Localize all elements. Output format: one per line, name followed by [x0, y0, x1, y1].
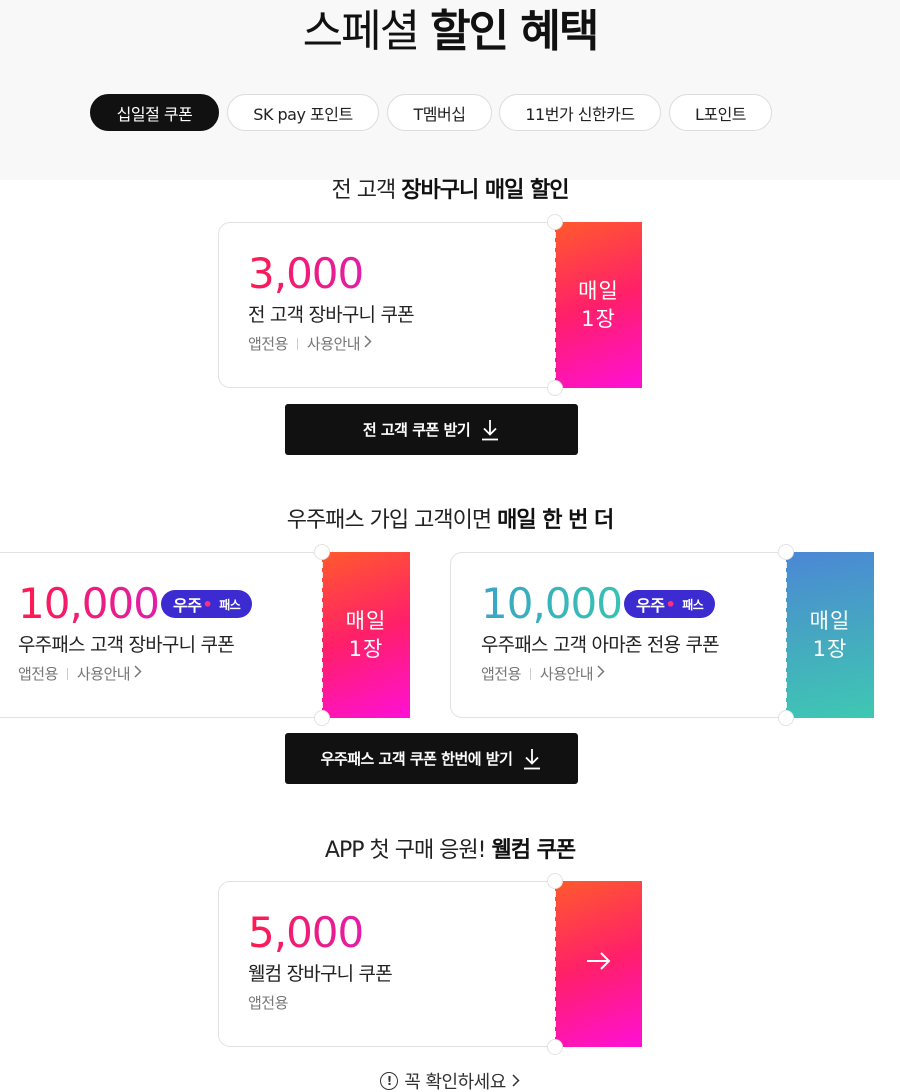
tab-bar: 십일절 쿠폰 SK pay 포인트 T멤버십 11번가 신한카드 L포인트	[0, 94, 900, 132]
arrow-right-icon	[586, 950, 612, 978]
tab-l-point[interactable]: L포인트	[669, 94, 772, 131]
must-check-link[interactable]: ! 꼭 확인하세요	[0, 1068, 900, 1092]
section1-title-bold: 장바구니 매일 할인	[401, 178, 569, 203]
usage-guide-link[interactable]: 사용안내	[540, 663, 594, 685]
info-icon: !	[380, 1072, 399, 1090]
usage-guide-link[interactable]: 사용안내	[307, 333, 361, 355]
ticket-notch	[314, 544, 330, 560]
coupon-uju-cart[interactable]: 매일 1장 10,000 우주 • 패스 우주패스 고객 장바구니 쿠폰 앱전용 사…	[0, 544, 410, 726]
coupon-stub: 매일 1장	[554, 222, 642, 388]
chevron-right-icon	[134, 663, 142, 685]
download-icon	[522, 748, 542, 770]
tab-t-membership[interactable]: T멤버십	[387, 94, 492, 131]
coupon-name: 우주패스 고객 아마존 전용 쿠폰	[481, 634, 720, 656]
section1-title-light: 전 고객	[331, 178, 397, 203]
must-check-label: 꼭 확인하세요	[404, 1072, 506, 1092]
coupon-amount: 10,000	[18, 579, 160, 628]
app-only-label: 앱전용	[18, 665, 58, 683]
coupon-all-customers[interactable]: 매일 1장 3,000 전 고객 장바구니 쿠폰 앱전용 사용안내	[218, 214, 642, 396]
app-only-label: 앱전용	[248, 335, 288, 353]
badge-main-text: 우주	[636, 596, 665, 615]
button-label: 우주패스 고객 쿠폰 한번에 받기	[320, 750, 513, 768]
stub-line1: 매일	[809, 609, 851, 633]
coupon-meta: 앱전용 사용안내	[481, 663, 605, 685]
get-all-customer-coupon-button[interactable]: 전 고객 쿠폰 받기	[285, 404, 578, 455]
page-title-light: 스페셜	[302, 6, 420, 57]
coupon-meta: 앱전용 사용안내	[248, 333, 372, 355]
ticket-notch	[314, 710, 330, 726]
uju-pass-badge: 우주 • 패스	[161, 590, 253, 618]
section-title-welcome: APP 첫 구매 응원! 웰컴 쿠폰	[0, 836, 900, 866]
ticket-notch	[778, 710, 794, 726]
usage-guide-link[interactable]: 사용안내	[77, 663, 131, 685]
badge-sub-text: 패스	[682, 597, 704, 612]
tab-11-coupon[interactable]: 십일절 쿠폰	[90, 94, 219, 131]
stub-line2: 1장	[581, 307, 616, 331]
ticket-notch	[547, 380, 563, 396]
app-only-label: 앱전용	[481, 665, 521, 683]
page-title: 스페셜 할인 혜택	[0, 4, 900, 60]
uju-pass-badge: 우주 • 패스	[624, 590, 716, 618]
section2-title-light: 우주패스 가입 고객이면	[286, 508, 492, 533]
app-only-label: 앱전용	[248, 994, 288, 1012]
coupon-welcome[interactable]: 5,000 웰컴 장바구니 쿠폰 앱전용	[218, 873, 642, 1055]
stub-line2: 1장	[348, 637, 384, 661]
coupon-amount: 5,000	[248, 908, 364, 957]
section-title-uju-pass: 우주패스 가입 고객이면 매일 한 번 더	[0, 506, 900, 536]
section-title-all-customers: 전 고객 장바구니 매일 할인	[0, 176, 900, 206]
coupon-meta: 앱전용 사용안내	[18, 663, 142, 685]
stub-line2: 1장	[812, 637, 848, 661]
coupon-uju-amazon[interactable]: 매일 1장 10,000 우주 • 패스 우주패스 고객 아마존 전용 쿠폰 앱전용…	[450, 544, 874, 726]
coupon-amount: 3,000	[248, 249, 364, 298]
tab-sk-pay[interactable]: SK pay 포인트	[227, 94, 379, 131]
section2-title-bold: 매일 한 번 더	[497, 508, 614, 533]
coupon-meta: 앱전용	[248, 992, 288, 1014]
section3-title-light: APP 첫 구매 응원!	[324, 838, 487, 863]
get-uju-pass-coupons-button[interactable]: 우주패스 고객 쿠폰 한번에 받기	[285, 733, 578, 784]
chevron-right-icon	[512, 1071, 520, 1092]
badge-sub-text: 패스	[219, 597, 241, 612]
stub-line1: 매일	[345, 609, 387, 633]
coupon-name: 우주패스 고객 장바구니 쿠폰	[18, 634, 235, 656]
chevron-right-icon	[597, 663, 605, 685]
badge-main-text: 우주	[173, 596, 202, 615]
button-label: 전 고객 쿠폰 받기	[362, 421, 471, 439]
section3-title-bold: 웰컴 쿠폰	[491, 838, 576, 863]
chevron-right-icon	[364, 333, 372, 355]
coupon-name: 전 고객 장바구니 쿠폰	[248, 304, 415, 326]
ticket-notch	[778, 544, 794, 560]
coupon-stub: 매일 1장	[785, 552, 874, 718]
tab-shinhan-card[interactable]: 11번가 신한카드	[499, 94, 661, 131]
page-title-bold: 할인 혜택	[430, 6, 599, 57]
download-icon	[480, 419, 500, 441]
ticket-notch	[547, 1039, 563, 1055]
coupon-amount: 10,000	[481, 579, 623, 628]
ticket-notch	[547, 873, 563, 889]
ticket-notch	[547, 214, 563, 230]
coupon-stub[interactable]	[554, 881, 642, 1047]
coupon-name: 웰컴 장바구니 쿠폰	[248, 963, 393, 985]
coupon-stub: 매일 1장	[321, 552, 410, 718]
stub-line1: 매일	[578, 279, 619, 303]
